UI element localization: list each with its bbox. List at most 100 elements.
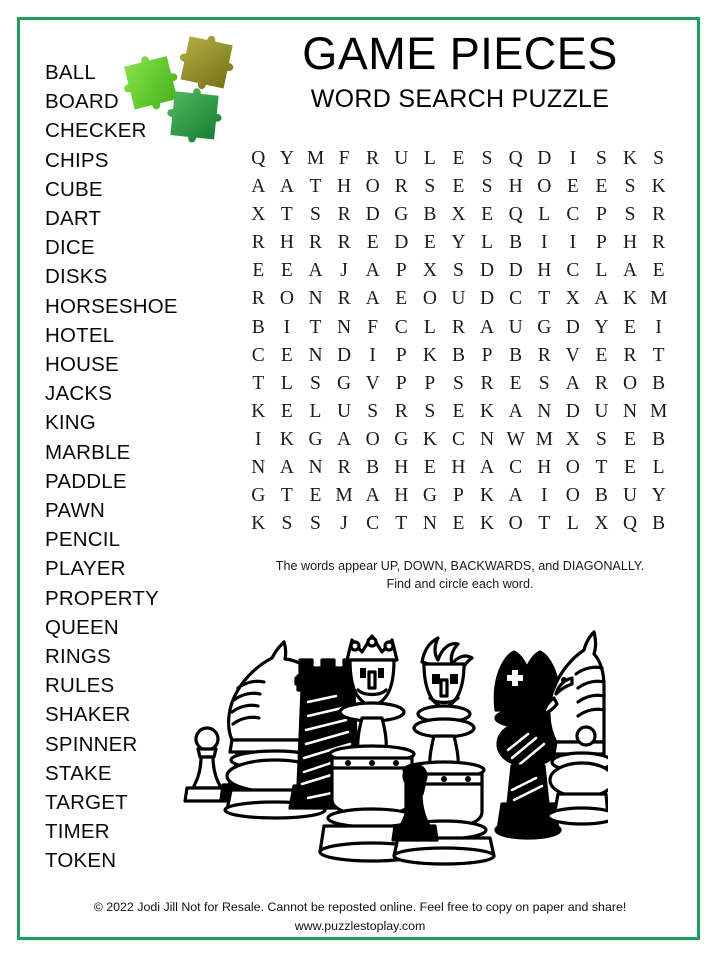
grid-cell-r6-c12[interactable]: X (559, 285, 588, 313)
grid-cell-r11-c6[interactable]: G (387, 426, 416, 454)
grid-cell-r14-c10[interactable]: O (501, 510, 530, 538)
grid-cell-r9-c15[interactable]: B (644, 370, 673, 398)
grid-cell-r5-c4[interactable]: J (330, 257, 359, 285)
grid-cell-r11-c10[interactable]: W (501, 426, 530, 454)
grid-cell-r1-c7[interactable]: L (416, 145, 445, 173)
word-list-item[interactable]: PADDLE (45, 467, 230, 496)
word-list-item[interactable]: CHIPS (45, 146, 230, 175)
grid-cell-r9-c2[interactable]: L (273, 370, 302, 398)
grid-cell-r2-c15[interactable]: K (644, 173, 673, 201)
grid-cell-r6-c2[interactable]: O (273, 285, 302, 313)
grid-cell-r6-c9[interactable]: D (473, 285, 502, 313)
grid-cell-r4-c3[interactable]: R (301, 229, 330, 257)
grid-cell-r10-c10[interactable]: A (501, 398, 530, 426)
word-list-item[interactable]: PROPERTY (45, 584, 230, 613)
grid-cell-r7-c8[interactable]: R (444, 314, 473, 342)
grid-cell-r2-c6[interactable]: R (387, 173, 416, 201)
grid-cell-r10-c11[interactable]: N (530, 398, 559, 426)
grid-cell-r10-c13[interactable]: U (587, 398, 616, 426)
grid-cell-r12-c5[interactable]: B (358, 454, 387, 482)
grid-cell-r13-c4[interactable]: M (330, 482, 359, 510)
grid-cell-r13-c15[interactable]: Y (644, 482, 673, 510)
grid-cell-r2-c5[interactable]: O (358, 173, 387, 201)
grid-cell-r5-c10[interactable]: D (501, 257, 530, 285)
grid-cell-r12-c8[interactable]: H (444, 454, 473, 482)
grid-cell-r3-c2[interactable]: T (273, 201, 302, 229)
word-list-item[interactable]: HOTEL (45, 321, 230, 350)
grid-cell-r5-c14[interactable]: A (616, 257, 645, 285)
grid-cell-r11-c4[interactable]: A (330, 426, 359, 454)
grid-cell-r12-c6[interactable]: H (387, 454, 416, 482)
grid-cell-r1-c5[interactable]: R (358, 145, 387, 173)
grid-cell-r8-c9[interactable]: P (473, 342, 502, 370)
grid-cell-r3-c14[interactable]: S (616, 201, 645, 229)
word-list-item[interactable]: PAWN (45, 496, 230, 525)
grid-cell-r7-c6[interactable]: C (387, 314, 416, 342)
grid-cell-r9-c13[interactable]: R (587, 370, 616, 398)
grid-cell-r2-c9[interactable]: S (473, 173, 502, 201)
word-list-item[interactable]: HOUSE (45, 350, 230, 379)
grid-cell-r12-c1[interactable]: N (244, 454, 273, 482)
grid-cell-r13-c14[interactable]: U (616, 482, 645, 510)
grid-cell-r3-c1[interactable]: X (244, 201, 273, 229)
grid-cell-r5-c6[interactable]: P (387, 257, 416, 285)
grid-cell-r9-c5[interactable]: V (358, 370, 387, 398)
grid-cell-r2-c1[interactable]: A (244, 173, 273, 201)
grid-cell-r4-c11[interactable]: I (530, 229, 559, 257)
grid-cell-r9-c14[interactable]: O (616, 370, 645, 398)
grid-cell-r2-c2[interactable]: A (273, 173, 302, 201)
grid-cell-r7-c13[interactable]: Y (587, 314, 616, 342)
grid-cell-r14-c7[interactable]: N (416, 510, 445, 538)
grid-cell-r11-c8[interactable]: C (444, 426, 473, 454)
grid-cell-r5-c8[interactable]: S (444, 257, 473, 285)
grid-cell-r7-c5[interactable]: F (358, 314, 387, 342)
word-list-item[interactable]: DISKS (45, 262, 230, 291)
grid-cell-r12-c11[interactable]: H (530, 454, 559, 482)
grid-cell-r5-c2[interactable]: E (273, 257, 302, 285)
word-list-item[interactable]: JACKS (45, 379, 230, 408)
grid-cell-r9-c11[interactable]: S (530, 370, 559, 398)
grid-cell-r8-c2[interactable]: E (273, 342, 302, 370)
grid-cell-r1-c13[interactable]: S (587, 145, 616, 173)
grid-cell-r1-c9[interactable]: S (473, 145, 502, 173)
grid-cell-r3-c6[interactable]: G (387, 201, 416, 229)
grid-cell-r7-c4[interactable]: N (330, 314, 359, 342)
grid-cell-r10-c9[interactable]: K (473, 398, 502, 426)
grid-cell-r1-c10[interactable]: Q (501, 145, 530, 173)
grid-cell-r14-c12[interactable]: L (559, 510, 588, 538)
grid-cell-r6-c11[interactable]: T (530, 285, 559, 313)
grid-cell-r2-c8[interactable]: E (444, 173, 473, 201)
grid-cell-r9-c8[interactable]: S (444, 370, 473, 398)
grid-cell-r8-c13[interactable]: E (587, 342, 616, 370)
grid-cell-r9-c7[interactable]: P (416, 370, 445, 398)
grid-cell-r6-c3[interactable]: N (301, 285, 330, 313)
grid-cell-r8-c7[interactable]: K (416, 342, 445, 370)
grid-cell-r4-c7[interactable]: E (416, 229, 445, 257)
grid-cell-r1-c12[interactable]: I (559, 145, 588, 173)
letter-grid[interactable]: QYMFRULESQDISKSAATHORSESHOEESKXTSRDGBXEQ… (244, 145, 673, 538)
grid-cell-r11-c9[interactable]: N (473, 426, 502, 454)
grid-cell-r4-c4[interactable]: R (330, 229, 359, 257)
grid-cell-r8-c8[interactable]: B (444, 342, 473, 370)
grid-cell-r5-c12[interactable]: C (559, 257, 588, 285)
grid-cell-r1-c3[interactable]: M (301, 145, 330, 173)
grid-cell-r3-c9[interactable]: E (473, 201, 502, 229)
grid-cell-r3-c7[interactable]: B (416, 201, 445, 229)
grid-cell-r4-c15[interactable]: R (644, 229, 673, 257)
grid-cell-r11-c5[interactable]: O (358, 426, 387, 454)
grid-cell-r6-c4[interactable]: R (330, 285, 359, 313)
grid-cell-r1-c14[interactable]: K (616, 145, 645, 173)
grid-cell-r13-c1[interactable]: G (244, 482, 273, 510)
word-list-item[interactable]: HORSESHOE (45, 292, 230, 321)
grid-cell-r14-c4[interactable]: J (330, 510, 359, 538)
grid-cell-r7-c12[interactable]: D (559, 314, 588, 342)
grid-cell-r13-c7[interactable]: G (416, 482, 445, 510)
grid-cell-r1-c6[interactable]: U (387, 145, 416, 173)
grid-cell-r5-c1[interactable]: E (244, 257, 273, 285)
grid-cell-r6-c10[interactable]: C (501, 285, 530, 313)
grid-cell-r9-c4[interactable]: G (330, 370, 359, 398)
word-list-item[interactable]: KING (45, 408, 230, 437)
word-list-item[interactable]: CUBE (45, 175, 230, 204)
grid-cell-r13-c5[interactable]: A (358, 482, 387, 510)
word-list-item[interactable]: PENCIL (45, 525, 230, 554)
